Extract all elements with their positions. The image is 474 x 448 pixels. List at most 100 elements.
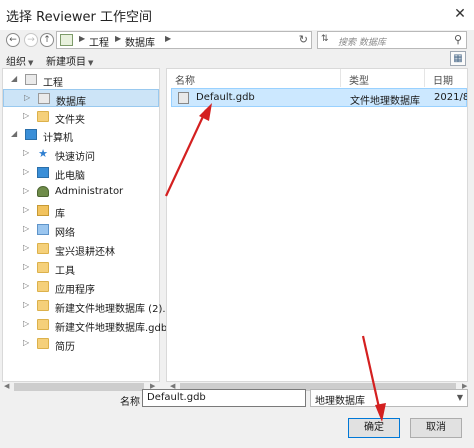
folder-icon xyxy=(37,243,49,254)
view-toggle-icon[interactable]: ▦ xyxy=(450,51,466,66)
column-header-name[interactable]: 名称 xyxy=(167,69,341,87)
tree-item-folder-gdb2[interactable]: ▷ 新建文件地理数据库 (2). xyxy=(3,297,166,315)
chevron-right-icon[interactable]: ▷ xyxy=(23,262,29,271)
network-icon xyxy=(37,224,49,235)
tree-item-label: 网络 xyxy=(55,228,75,239)
tree-item-label: 工具 xyxy=(55,266,75,277)
star-icon: ★ xyxy=(38,147,48,160)
tree-item-folder-resume[interactable]: ▷ 简历 xyxy=(3,335,159,353)
chevron-right-icon[interactable]: ▷ xyxy=(23,319,29,328)
breadcrumb-separator-icon[interactable]: ▶ xyxy=(165,34,171,43)
chevron-down-icon: ▼ xyxy=(88,59,94,67)
tree-item-label: 简历 xyxy=(55,342,75,353)
tree-item-label: 新建文件地理数据库.gdb xyxy=(55,323,168,334)
name-row: 名称 Default.gdb 地理数据库 ▼ xyxy=(0,388,474,408)
tree-item-label: 快速访问 xyxy=(55,152,95,163)
database-icon xyxy=(38,93,50,104)
address-bar[interactable]: ▶ 工程 ▶ 数据库 ▶ ↻ xyxy=(56,31,312,49)
folder-icon xyxy=(37,281,49,292)
chevron-right-icon[interactable]: ▷ xyxy=(23,338,29,347)
tree-item-folder-tools[interactable]: ▷ 工具 xyxy=(3,259,159,277)
user-icon xyxy=(37,186,49,197)
search-box[interactable]: ⇅ 搜索 数据库 ⚲ xyxy=(317,31,467,49)
tree-item-computer[interactable]: ◢ 计算机 xyxy=(3,126,159,144)
forward-arrow-icon[interactable]: → xyxy=(24,33,38,47)
chevron-right-icon[interactable]: ▷ xyxy=(23,224,29,233)
tree-item-label: 数据库 xyxy=(56,97,86,108)
chevron-right-icon[interactable]: ▷ xyxy=(24,93,30,102)
column-header-date[interactable]: 日期 xyxy=(425,69,467,87)
breadcrumb-separator-icon[interactable]: ▶ xyxy=(79,34,85,43)
chevron-down-icon[interactable]: ◢ xyxy=(11,74,17,83)
name-label: 名称 xyxy=(120,397,140,408)
folder-icon xyxy=(37,111,49,122)
folder-icon xyxy=(37,319,49,330)
type-select[interactable]: 地理数据库 ▼ xyxy=(310,389,468,407)
chevron-right-icon[interactable]: ▷ xyxy=(23,300,29,309)
new-item-menu[interactable]: 新建项目 ▼ xyxy=(46,53,93,68)
tree-item-library[interactable]: ▷ 库 xyxy=(3,202,159,220)
tree-item-label: 新建文件地理数据库 (2). xyxy=(55,304,166,315)
folder-icon xyxy=(37,300,49,311)
column-header-type[interactable]: 类型 xyxy=(341,69,425,87)
address-folder-icon xyxy=(60,34,73,46)
breadcrumb-separator-icon[interactable]: ▶ xyxy=(115,34,121,43)
tree-item-folder[interactable]: ▷ 文件夹 xyxy=(3,108,159,126)
type-select-value: 地理数据库 xyxy=(315,396,365,407)
tree-item-label: Administrator xyxy=(55,186,124,197)
ok-button[interactable]: 确定 xyxy=(348,418,400,438)
project-icon xyxy=(25,74,37,85)
back-arrow-icon[interactable]: ← xyxy=(6,33,20,47)
search-input[interactable]: 搜索 数据库 xyxy=(338,35,386,48)
tree-item-this-pc[interactable]: ▷ 此电脑 xyxy=(3,164,159,182)
tree-item-quick-access[interactable]: ▷ ★ 快速访问 xyxy=(3,145,159,163)
organize-label: 组织 xyxy=(6,57,26,68)
chevron-down-icon[interactable]: ◢ xyxy=(11,129,17,138)
close-button[interactable]: ✕ xyxy=(452,6,468,22)
folder-icon xyxy=(37,338,49,349)
file-list: 名称 类型 日期 Default.gdb 文件地理数据库 2021/8/ xyxy=(166,68,468,382)
window-title: 选择 Reviewer 工作空间 xyxy=(6,10,152,25)
file-row[interactable]: Default.gdb 文件地理数据库 2021/8/ xyxy=(171,88,467,107)
tree-item-administrator[interactable]: ▷ Administrator xyxy=(3,183,159,201)
title-bar: 选择 Reviewer 工作空间 ✕ xyxy=(0,0,474,30)
chevron-right-icon[interactable]: ▷ xyxy=(23,167,29,176)
folder-icon xyxy=(37,262,49,273)
tree-item-folder-gdb[interactable]: ▷ 新建文件地理数据库.gdb xyxy=(3,316,167,334)
tree-item-label: 应用程序 xyxy=(55,285,95,296)
toolbar: 组织 ▼ 新建项目 ▼ ▦ xyxy=(0,51,474,68)
navigation-pane: ◢ 工程 ▷ 数据库 ▷ 文件夹 ◢ 计算机 ▷ ★ 快速访问 ▷ 此电脑 ▷ … xyxy=(2,68,167,382)
search-icon[interactable]: ⚲ xyxy=(454,33,462,46)
search-dropdown-icon[interactable]: ⇅ xyxy=(321,34,329,44)
computer-icon xyxy=(25,129,37,140)
chevron-right-icon[interactable]: ▷ xyxy=(23,148,29,157)
tree-item-label: 此电脑 xyxy=(55,171,85,182)
tree-item-label: 文件夹 xyxy=(55,115,85,126)
tree-item-project[interactable]: ◢ 工程 xyxy=(3,71,159,89)
pc-icon xyxy=(37,167,49,178)
tree-item-folder-apps[interactable]: ▷ 应用程序 xyxy=(3,278,159,296)
chevron-right-icon[interactable]: ▷ xyxy=(23,186,29,195)
chevron-right-icon[interactable]: ▷ xyxy=(23,281,29,290)
tree-item-label: 宝兴退耕还林 xyxy=(55,247,115,258)
chevron-right-icon[interactable]: ▷ xyxy=(23,111,29,120)
name-field[interactable]: Default.gdb xyxy=(142,389,306,407)
tree-item-label: 库 xyxy=(55,209,65,220)
tree-item-database[interactable]: ▷ 数据库 xyxy=(3,89,159,108)
tree-item-folder-baoxing[interactable]: ▷ 宝兴退耕还林 xyxy=(3,240,159,258)
tree-item-label: 工程 xyxy=(43,78,63,89)
cancel-button[interactable]: 取消 xyxy=(410,418,462,438)
organize-menu[interactable]: 组织 ▼ xyxy=(6,53,33,68)
refresh-icon[interactable]: ↻ xyxy=(299,33,308,46)
tree-item-network[interactable]: ▷ 网络 xyxy=(3,221,159,239)
geodatabase-icon xyxy=(178,92,189,104)
file-date: 2021/8/ xyxy=(434,92,467,103)
chevron-down-icon: ▼ xyxy=(456,393,463,402)
breadcrumb-item-database[interactable]: 数据库 xyxy=(125,34,155,49)
file-name: Default.gdb xyxy=(196,92,255,103)
up-arrow-icon[interactable]: ↑ xyxy=(40,33,54,47)
chevron-right-icon[interactable]: ▷ xyxy=(23,243,29,252)
breadcrumb-item-project[interactable]: 工程 xyxy=(89,34,109,49)
new-item-label: 新建项目 xyxy=(46,57,86,68)
chevron-right-icon[interactable]: ▷ xyxy=(23,205,29,214)
